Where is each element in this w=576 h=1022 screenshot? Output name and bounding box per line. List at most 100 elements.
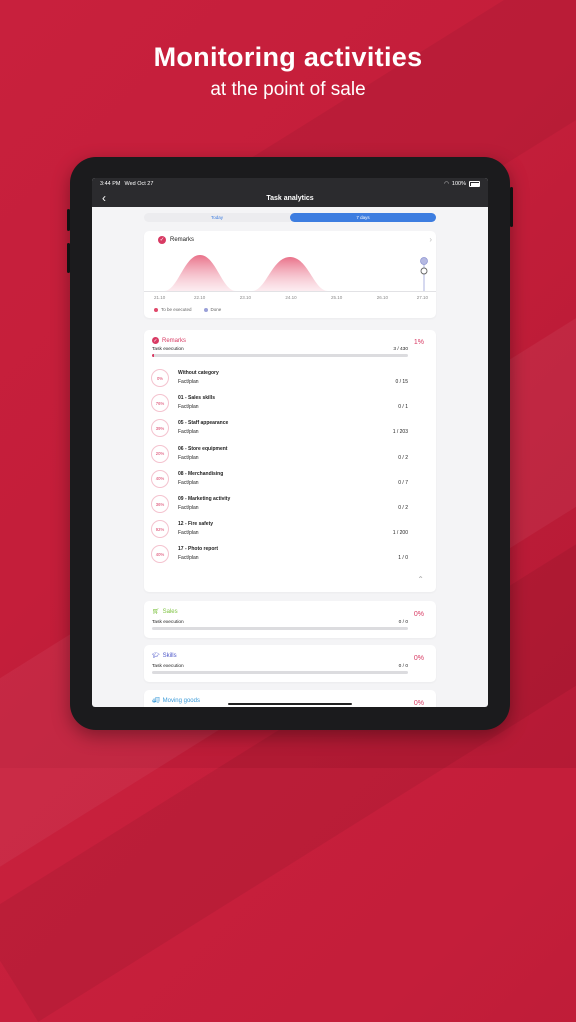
- remarks-card: ✓ Remarks 1% Task execution 3 / 430 0% Wi…: [144, 330, 436, 592]
- status-date: Wed Oct 27: [124, 181, 154, 187]
- task-execution-value: 0 / 0: [398, 664, 408, 669]
- category-fact-plan-value: 1 / 200: [392, 530, 408, 537]
- back-chevron-icon[interactable]: ‹: [102, 191, 106, 205]
- tab-today[interactable]: Today: [144, 213, 290, 222]
- chart-date-label: 25.10: [331, 295, 343, 300]
- chart-area-peak: [164, 255, 236, 291]
- category-name: 17 - Photo report: [178, 546, 219, 553]
- category-fact-plan-value: 0 / 7: [398, 479, 408, 486]
- category-name: 01 - Sales skills: [178, 395, 215, 402]
- category-fact-plan-label: Fact/plan: [178, 429, 199, 436]
- sales-percent: 0%: [413, 611, 424, 618]
- category-row[interactable]: 36% 09 - Marketing activity Fact/plan 0 / 2: [144, 494, 436, 518]
- task-execution-bar: [152, 627, 408, 630]
- category-name: Without category: [178, 370, 219, 376]
- volume-button: [67, 243, 70, 273]
- task-execution-label: Task execution: [152, 664, 184, 669]
- chart-marker[interactable]: [420, 267, 428, 275]
- category-progress-ring: 40%: [151, 545, 169, 564]
- chart-marker[interactable]: [420, 257, 428, 265]
- remarks-header: ✓ Remarks: [152, 337, 186, 344]
- category-fact-plan-label: Fact/plan: [178, 530, 199, 537]
- skills-header: 🎓︎ Skills: [152, 652, 177, 660]
- status-bar: 3:44 PM Wed Oct 27 ◠ 100%: [92, 178, 488, 190]
- category-fact-plan-label: Fact/plan: [178, 505, 199, 511]
- category-progress-ring: 0%: [151, 369, 169, 387]
- category-fact-plan-value: 0 / 15: [395, 379, 408, 385]
- category-progress-ring: 39%: [151, 419, 169, 438]
- chart-legend: To be executed Done: [154, 307, 221, 312]
- task-execution-value: 0 / 0: [398, 620, 408, 625]
- category-name: 08 - Merchandising: [178, 470, 224, 477]
- category-fact-plan-label: Fact/plan: [178, 379, 199, 385]
- remarks-chart-card[interactable]: ✓ Remarks › 21.10 22.10 23.10 24.10 25.10 26.…: [144, 231, 436, 318]
- chart-date-label: 23.10: [240, 295, 252, 300]
- promo-title: Monitoring activities: [153, 42, 423, 72]
- category-row[interactable]: 20% 06 - Store equipment Fact/plan 0 / 2: [144, 444, 436, 468]
- category-row[interactable]: 39% 05 - Staff appearance Fact/plan 1 / 203: [144, 418, 436, 442]
- moving-goods-header: 🚚︎ Moving goods: [152, 697, 200, 705]
- category-fact-plan-value: 0 / 1: [398, 404, 408, 411]
- nav-bar: ‹ Task analytics: [92, 190, 488, 207]
- remarks-area-chart: 21.10 22.10 23.10 24.10 25.10 26.10 27.10: [144, 255, 436, 300]
- moving-goods-title: Moving goods: [162, 697, 200, 704]
- skills-percent: 0%: [413, 655, 424, 662]
- chart-date-label: 27.10: [417, 295, 429, 300]
- task-execution-bar: [152, 354, 408, 357]
- task-execution-label: Task execution: [152, 620, 184, 625]
- task-execution-bar: [152, 671, 408, 674]
- sales-card[interactable]: 🛒︎ Sales 0% Task execution 0 / 0: [144, 601, 436, 638]
- sales-header: 🛒︎ Sales: [152, 608, 178, 616]
- category-fact-plan-label: Fact/plan: [178, 555, 199, 562]
- category-row[interactable]: 40% 17 - Photo report Fact/plan 1 / 0: [144, 544, 436, 568]
- category-fact-plan-value: 0 / 2: [398, 454, 408, 461]
- chart-date-label: 24.10: [285, 295, 297, 300]
- category-fact-plan-value: 1 / 0: [398, 555, 408, 562]
- category-progress-ring: 76%: [151, 394, 169, 413]
- category-progress-ring: 20%: [151, 444, 169, 463]
- category-row[interactable]: 92% 12 - Fire safety Fact/plan 1 / 200: [144, 519, 436, 543]
- promo-subtitle: at the point of sale: [210, 79, 366, 100]
- graduation-cap-icon: 🎓︎: [152, 653, 160, 659]
- category-progress-ring: 36%: [151, 495, 169, 513]
- legend-item: Done: [203, 307, 221, 312]
- battery-percent: 100%: [451, 181, 466, 187]
- cart-icon: 🛒︎: [152, 609, 160, 615]
- category-row[interactable]: 0% Without category Fact/plan 0 / 15: [144, 368, 436, 392]
- tablet-frame: 3:44 PM Wed Oct 27 ◠ 100% ‹ Task analyti…: [67, 157, 513, 730]
- volume-button: [67, 209, 70, 231]
- legend-dot: [154, 307, 158, 312]
- category-fact-plan-label: Fact/plan: [178, 404, 199, 411]
- skills-title: Skills: [162, 652, 177, 659]
- app-screen: 3:44 PM Wed Oct 27 ◠ 100% ‹ Task analyti…: [92, 178, 488, 707]
- skills-card[interactable]: 🎓︎ Skills 0% Task execution 0 / 0: [144, 645, 436, 682]
- category-progress-ring: 92%: [151, 520, 169, 539]
- remarks-title: Remarks: [162, 337, 187, 344]
- status-time: 3:44 PM: [100, 181, 121, 187]
- tab-7-days[interactable]: 7 days: [290, 213, 436, 222]
- legend-item: To be executed: [154, 307, 192, 312]
- category-name: 06 - Store equipment: [178, 445, 228, 452]
- chevron-up-icon[interactable]: ⌃: [417, 575, 424, 584]
- category-fact-plan-value: 0 / 2: [398, 505, 408, 511]
- nav-title: Task analytics: [266, 195, 314, 202]
- category-name: 12 - Fire safety: [178, 521, 214, 528]
- category-progress-ring: 40%: [151, 469, 169, 488]
- period-selector: Today 7 days: [144, 213, 436, 222]
- category-fact-plan-label: Fact/plan: [178, 479, 199, 486]
- chart-date-label: 22.10: [194, 295, 206, 300]
- chart-date-label: 26.10: [377, 295, 389, 300]
- moving-goods-percent: 0%: [413, 700, 424, 707]
- home-indicator[interactable]: [228, 702, 352, 705]
- promo-headline: Monitoring activities at the point of sa…: [0, 42, 576, 101]
- power-button: [510, 187, 513, 227]
- task-execution-value: 3 / 430: [393, 347, 408, 352]
- legend-dot: [203, 307, 208, 312]
- category-name: 09 - Marketing activity: [178, 496, 231, 502]
- category-row[interactable]: 76% 01 - Sales skills Fact/plan 0 / 1: [144, 393, 436, 417]
- category-row[interactable]: 40% 08 - Merchandising Fact/plan 0 / 7: [144, 469, 436, 493]
- category-fact-plan-label: Fact/plan: [178, 454, 199, 461]
- battery-icon: [469, 181, 480, 187]
- chart-area-peak: [252, 257, 328, 291]
- legend-label: To be executed: [161, 307, 192, 312]
